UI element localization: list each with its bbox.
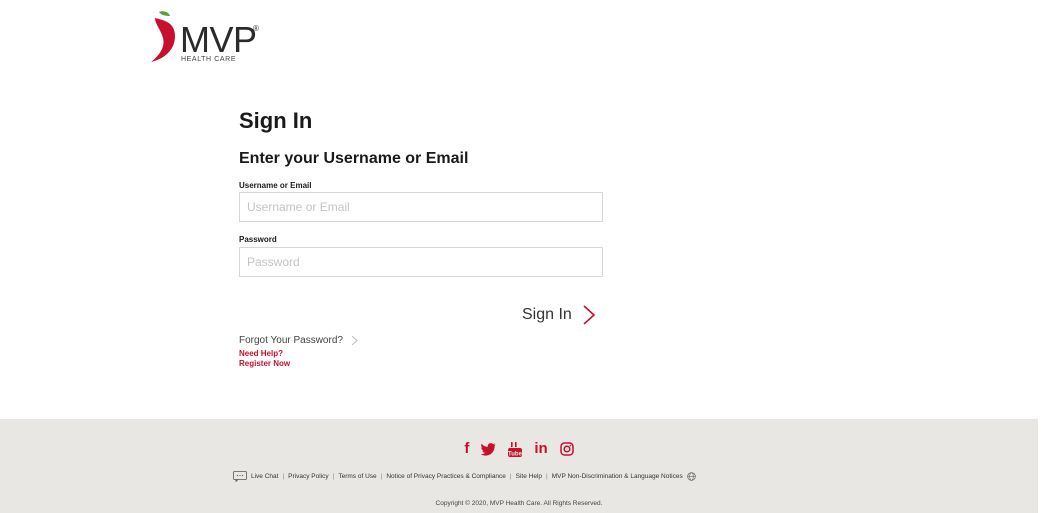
password-input[interactable]: [239, 247, 603, 277]
divider: |: [546, 473, 548, 480]
globe-icon[interactable]: [687, 472, 696, 481]
footer: f Tube in Live Chat | Privacy Policy | T…: [0, 419, 1038, 513]
chevron-right-icon: [583, 305, 596, 325]
register-now-link[interactable]: Register Now: [239, 359, 290, 369]
copyright-text: Copyright © 2020, MVP Health Care. All R…: [435, 500, 603, 507]
signin-button[interactable]: Sign In: [522, 303, 596, 327]
chat-icon[interactable]: [233, 471, 247, 482]
logo-trademark: ®: [253, 24, 259, 33]
footer-link-privacy-practices[interactable]: Notice of Privacy Practices & Compliance: [386, 473, 506, 480]
footer-link-privacy-policy[interactable]: Privacy Policy: [288, 473, 328, 480]
password-label: Password: [239, 235, 277, 244]
youtube-icon[interactable]: Tube: [508, 441, 523, 457]
footer-link-site-help[interactable]: Site Help: [516, 473, 542, 480]
facebook-icon[interactable]: f: [464, 441, 469, 457]
signin-button-label: Sign In: [522, 306, 572, 323]
footer-link-non-discrimination[interactable]: MVP Non-Discrimination & Language Notice…: [552, 473, 683, 480]
social-links: f Tube in: [0, 441, 1038, 457]
logo-tagline: HEALTH CARE: [181, 56, 237, 63]
linkedin-icon[interactable]: in: [534, 441, 547, 457]
username-label: Username or Email: [239, 181, 312, 190]
instagram-icon[interactable]: [559, 442, 574, 456]
divider: |: [509, 473, 512, 480]
need-help-link[interactable]: Need Help?: [239, 349, 283, 359]
footer-links: Live Chat | Privacy Policy | Terms of Us…: [233, 471, 696, 482]
forgot-password-label: Forgot Your Password?: [239, 335, 343, 346]
form-subtitle: Enter your Username or Email: [239, 150, 469, 167]
footer-link-live-chat[interactable]: Live Chat: [251, 473, 278, 480]
forgot-password-link[interactable]: Forgot Your Password?: [239, 335, 358, 346]
footer-link-terms-of-use[interactable]: Terms of Use: [338, 473, 376, 480]
mvp-logo[interactable]: MVP ® HEALTH CARE: [145, 10, 275, 66]
chevron-right-icon: [351, 335, 358, 346]
divider: |: [282, 473, 285, 480]
logo-wordmark: MVP: [180, 19, 257, 60]
divider: |: [332, 473, 335, 480]
mvp-apple-logo-icon: [151, 11, 175, 62]
username-input[interactable]: [239, 192, 603, 222]
svg-text:Tube: Tube: [508, 451, 522, 457]
page-title: Sign In: [239, 108, 313, 133]
twitter-icon[interactable]: [481, 442, 496, 456]
divider: |: [380, 473, 383, 480]
